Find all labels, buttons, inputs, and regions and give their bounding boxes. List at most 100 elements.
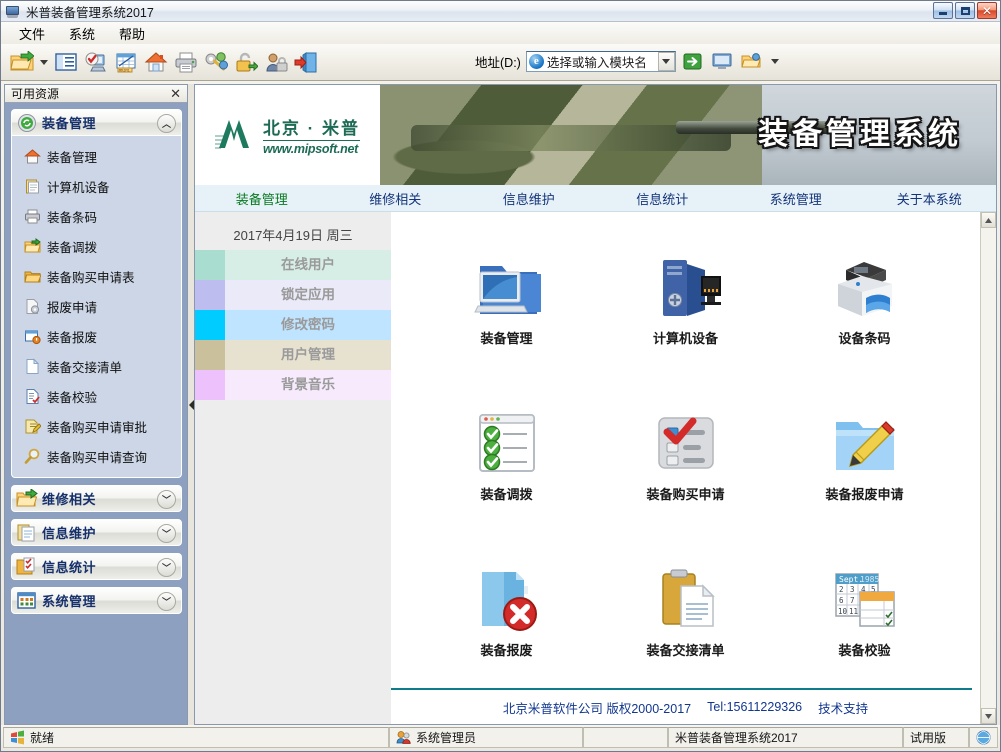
folder-check-icon — [16, 557, 38, 577]
color-swatch — [195, 340, 225, 370]
status-globe-cell[interactable] — [969, 727, 998, 748]
close-icon[interactable]: ✕ — [168, 87, 183, 100]
shortcut-user-mgmt[interactable]: 用户管理 — [195, 340, 391, 370]
menu-help[interactable]: 帮助 — [109, 22, 159, 45]
keys-icon[interactable] — [201, 47, 231, 77]
sidebar-item-label: 报废申请 — [47, 300, 98, 315]
home-icon[interactable] — [141, 47, 171, 77]
chevron-down-icon[interactable]: ﹀ — [157, 592, 176, 611]
svg-text:MMJM1: MMJM1 — [119, 68, 130, 72]
maximize-button[interactable] — [955, 2, 975, 19]
shortcut-lock-app[interactable]: 锁定应用 — [195, 280, 391, 310]
sidebar-item-label: 计算机设备 — [47, 180, 110, 195]
menu-file[interactable]: 文件 — [9, 22, 59, 45]
sidebar-group-label: 装备管理 — [42, 116, 97, 131]
tile-scrap-request[interactable]: 装备报废申请 — [790, 406, 940, 503]
chevron-up-icon[interactable]: ︿ — [157, 114, 176, 133]
scroll-down-button[interactable] — [981, 708, 996, 724]
sidebar-item-purchase-approval[interactable]: 装备购买申请审批 — [12, 411, 181, 441]
title-bar: 米普装备管理系统2017 ✕ — [1, 1, 1000, 22]
tile-equipment-verify[interactable]: Sept. 1985 2345 67 10 11 装备校验 — [790, 562, 940, 659]
shortcut-change-password[interactable]: 修改密码 — [195, 310, 391, 340]
lock-open-icon[interactable] — [231, 47, 261, 77]
computer-icon[interactable] — [710, 49, 734, 73]
tab-system-mgmt[interactable]: 系统管理 — [729, 189, 863, 208]
folder-icon[interactable] — [739, 49, 763, 73]
status-edition-cell: 试用版 — [903, 727, 969, 748]
color-swatch — [195, 370, 225, 400]
close-button[interactable]: ✕ — [977, 2, 997, 19]
menu-system[interactable]: 系统 — [59, 22, 109, 45]
sidebar-item-label: 装备购买申请表 — [47, 270, 135, 285]
dropdown-caret-icon[interactable] — [37, 48, 51, 76]
go-arrow-icon[interactable] — [681, 49, 705, 73]
application-window: 米普装备管理系统2017 ✕ 文件 系统 帮助 MMJM1 地址(D:) e 选… — [0, 0, 1001, 752]
sidebar-group-info-stats: 信息统计 ﹀ — [11, 553, 182, 580]
sidebar-group-header-equipment[interactable]: 装备管理 ︿ — [11, 109, 182, 136]
content-area: 2017年4月19日 周三 在线用户 锁定应用 修改密码 用户管理 背景音乐 装… — [195, 212, 996, 724]
sidebar-group-maintenance: 维修相关 ﹀ — [11, 485, 182, 512]
panel-splitter[interactable] — [188, 84, 194, 725]
sidebar-group-header-system-mgmt[interactable]: 系统管理 ﹀ — [11, 587, 182, 614]
shortcut-label: 在线用户 — [225, 250, 391, 280]
tab-info-stats[interactable]: 信息统计 — [596, 189, 730, 208]
chevron-down-icon[interactable]: ﹀ — [157, 490, 176, 509]
details-list-icon[interactable] — [51, 47, 81, 77]
tile-equipment-scrap[interactable]: 装备报废 — [432, 562, 582, 659]
tab-equipment-mgmt[interactable]: 装备管理 — [195, 189, 329, 208]
minimize-button[interactable] — [933, 2, 953, 19]
tile-computer-devices[interactable]: 计算机设备 — [611, 250, 761, 347]
sidebar-item-purchase-query[interactable]: 装备购买申请查询 — [12, 441, 181, 471]
sidebar-group-header-info-stats[interactable]: 信息统计 ﹀ — [11, 553, 182, 580]
address-dropdown-button[interactable] — [657, 51, 675, 71]
toolbar-overflow-caret-icon[interactable] — [768, 47, 782, 75]
sidebar-item-label: 装备报废 — [47, 330, 98, 345]
sidebar-group-header-maintenance[interactable]: 维修相关 ﹀ — [11, 485, 182, 512]
page-icon — [24, 357, 41, 375]
shortcut-background-music[interactable]: 背景音乐 — [195, 370, 391, 400]
sidebar-item-purchase-request-form[interactable]: 装备购买申请表 — [12, 261, 181, 291]
user-lock-icon[interactable] — [261, 47, 291, 77]
users-icon — [396, 730, 411, 745]
tile-device-barcode[interactable]: 设备条码 — [790, 250, 940, 347]
chevron-down-icon[interactable]: ﹀ — [157, 524, 176, 543]
open-folder-icon[interactable] — [7, 47, 37, 77]
sidebar-item-equipment-barcode[interactable]: 装备条码 — [12, 201, 181, 231]
footer-support-link[interactable]: 技术支持 — [818, 698, 868, 717]
sidebar-item-equipment-scrap[interactable]: 装备报废 — [12, 321, 181, 351]
shortcut-online-users[interactable]: 在线用户 — [195, 250, 391, 280]
address-label: 地址(D:) — [475, 55, 521, 70]
tile-handover-list[interactable]: 装备交接清单 — [611, 562, 761, 659]
computer-check-icon[interactable] — [81, 47, 111, 77]
status-product-cell: 米普装备管理系统2017 — [668, 727, 903, 748]
shortcut-label: 用户管理 — [225, 340, 391, 370]
status-bar: 就绪 系统管理员 米普装备管理系统2017 试用版 — [1, 725, 1000, 751]
main-scrollbar[interactable] — [980, 212, 996, 724]
sidebar-group-header-info-maintain[interactable]: 信息维护 ﹀ — [11, 519, 182, 546]
tile-purchase-request[interactable]: 装备购买申请 — [611, 406, 761, 503]
scroll-track[interactable] — [981, 228, 996, 708]
scroll-up-button[interactable] — [981, 212, 996, 228]
sidebar-item-equipment-mgmt[interactable]: 装备管理 — [12, 141, 181, 171]
sidebar-item-handover-list[interactable]: 装备交接清单 — [12, 351, 181, 381]
address-input[interactable]: e 选择或输入模块名 — [525, 50, 676, 72]
svg-text:1985: 1985 — [860, 575, 879, 584]
sidebar-item-scrap-request[interactable]: 报废申请 — [12, 291, 181, 321]
sidebar-group-system-mgmt: 系统管理 ﹀ — [11, 587, 182, 614]
spreadsheet-icon[interactable]: MMJM1 — [111, 47, 141, 77]
tab-about[interactable]: 关于本系统 — [863, 189, 997, 208]
sidebar-item-computer-devices[interactable]: 计算机设备 — [12, 171, 181, 201]
tab-maintenance[interactable]: 维修相关 — [329, 189, 463, 208]
sidebar-item-equipment-verify[interactable]: 装备校验 — [12, 381, 181, 411]
status-ready-text: 就绪 — [30, 731, 55, 745]
sidebar-item-equipment-transfer[interactable]: 装备调拨 — [12, 231, 181, 261]
tab-info-maintain[interactable]: 信息维护 — [462, 189, 596, 208]
collapse-arrow-icon[interactable] — [188, 399, 194, 410]
chevron-down-icon[interactable]: ﹀ — [157, 558, 176, 577]
exit-door-icon[interactable] — [291, 47, 321, 77]
tile-equipment-transfer[interactable]: 装备调拨 — [432, 406, 582, 503]
printer-icon[interactable] — [171, 47, 201, 77]
tile-equipment-mgmt[interactable]: 装备管理 — [432, 250, 582, 347]
clipboard-icon — [24, 178, 41, 195]
logo-company-name: 北京 · 米普 — [262, 119, 361, 138]
